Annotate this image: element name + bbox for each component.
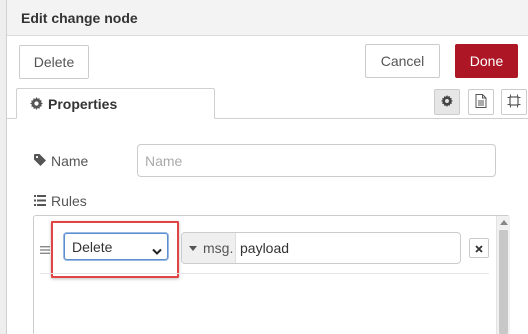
rule-property-field[interactable]: msg. payload bbox=[181, 232, 461, 264]
rule-row-divider bbox=[40, 273, 489, 274]
scroll-up-arrow-icon[interactable] bbox=[500, 220, 508, 225]
drag-handle-icon[interactable] bbox=[40, 242, 50, 254]
tab-properties-label: Properties bbox=[48, 96, 118, 112]
frame-icon bbox=[507, 94, 521, 111]
node-settings-tab-button[interactable] bbox=[434, 89, 460, 115]
rules-label: Rules bbox=[34, 193, 87, 209]
caret-down-icon bbox=[189, 246, 197, 251]
tab-properties[interactable]: Properties bbox=[16, 88, 215, 119]
close-icon bbox=[475, 240, 483, 256]
appearance-tab-button[interactable] bbox=[501, 89, 527, 115]
delete-button[interactable]: Delete bbox=[19, 45, 89, 79]
list-icon bbox=[34, 193, 51, 209]
dialog-title: Edit change node bbox=[21, 10, 138, 26]
name-label: Name bbox=[34, 153, 88, 169]
highlight-annotation bbox=[51, 221, 179, 278]
remove-rule-button[interactable] bbox=[469, 238, 489, 258]
gear-icon bbox=[441, 94, 453, 110]
done-button[interactable]: Done bbox=[455, 44, 518, 78]
tag-icon bbox=[34, 153, 51, 169]
left-panel-edge bbox=[0, 0, 7, 334]
dialog-titlebar: Edit change node bbox=[7, 0, 528, 36]
gear-icon bbox=[30, 97, 43, 110]
name-input[interactable] bbox=[137, 144, 496, 177]
rules-scrollbar[interactable] bbox=[496, 216, 510, 334]
tab-bar: Properties bbox=[7, 88, 528, 119]
scroll-thumb[interactable] bbox=[499, 230, 508, 334]
name-label-text: Name bbox=[51, 153, 89, 169]
cancel-button[interactable]: Cancel bbox=[365, 44, 440, 78]
property-type-button[interactable]: msg. bbox=[182, 233, 236, 263]
rules-label-text: Rules bbox=[51, 193, 87, 209]
description-tab-button[interactable] bbox=[468, 89, 494, 115]
property-type-label: msg. bbox=[203, 240, 234, 256]
property-value[interactable]: payload bbox=[240, 240, 289, 256]
document-icon bbox=[475, 93, 487, 111]
